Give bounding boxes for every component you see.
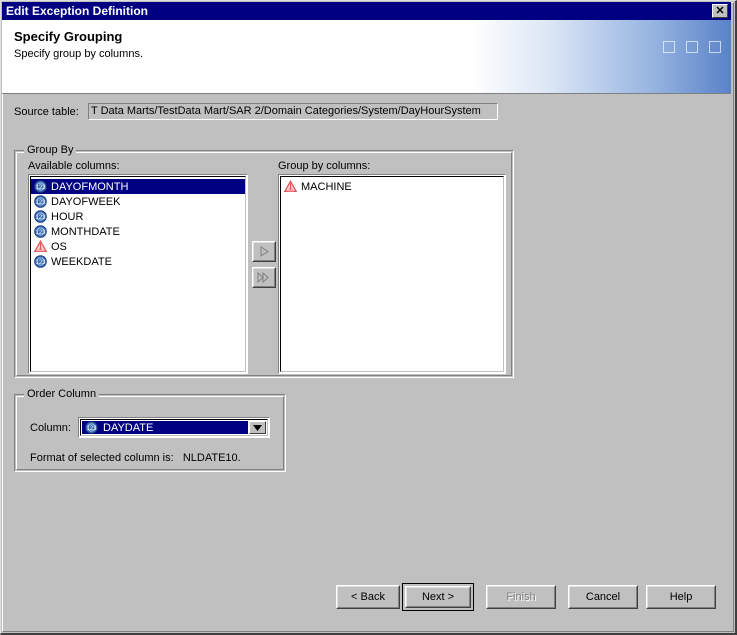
- group-by-columns-label: Group by columns:: [278, 160, 371, 172]
- list-item-label: DAYOFWEEK: [51, 195, 121, 208]
- svg-text:123: 123: [35, 230, 46, 236]
- list-item-label: WEEKDATE: [51, 255, 112, 268]
- svg-text:123: 123: [35, 260, 46, 266]
- finish-button: Finish: [486, 585, 556, 609]
- svg-text:123: 123: [35, 200, 46, 206]
- source-table-label: Source table:: [14, 106, 79, 118]
- list-item-label: DAYOFMONTH: [51, 180, 129, 193]
- list-item[interactable]: 123 WEEKDATE: [31, 254, 245, 269]
- close-button[interactable]: ✕: [712, 4, 728, 18]
- close-icon: ✕: [715, 5, 725, 17]
- banner-decoration-squares: [663, 41, 721, 53]
- chevron-down-icon: [253, 424, 262, 431]
- banner-square-icon: [663, 41, 675, 53]
- cancel-button[interactable]: Cancel: [568, 585, 638, 609]
- svg-text:123: 123: [35, 215, 46, 221]
- group-by-columns-list[interactable]: MACHINE: [280, 176, 504, 372]
- source-table-field[interactable]: T Data Marts/TestData Mart/SAR 2/Domain …: [88, 103, 498, 120]
- page-title: Specify Grouping: [14, 29, 123, 44]
- next-button-face: Next >: [405, 586, 471, 608]
- finish-button-label: Finish: [487, 586, 555, 608]
- list-item[interactable]: 123 HOUR: [31, 209, 245, 224]
- cancel-button-label: Cancel: [569, 586, 637, 608]
- list-item-label: MACHINE: [301, 180, 352, 193]
- banner-gradient: [471, 20, 731, 93]
- back-button[interactable]: < Back: [336, 585, 400, 609]
- attribute-column-icon: [34, 240, 47, 253]
- numeric-column-icon: 123: [34, 210, 47, 223]
- list-item-label: MONTHDATE: [51, 225, 120, 238]
- back-button-label: < Back: [337, 586, 399, 608]
- list-item-label: OS: [51, 240, 67, 253]
- help-button[interactable]: Help: [646, 585, 716, 609]
- order-column-legend: Order Column: [24, 388, 100, 400]
- move-selected-button[interactable]: [252, 241, 276, 262]
- move-all-button[interactable]: [252, 267, 276, 288]
- format-of-selected-column-text: Format of selected column is: NLDATE10.: [30, 452, 241, 464]
- group-by-legend: Group By: [24, 144, 77, 156]
- numeric-column-icon: 123: [34, 195, 47, 208]
- wizard-header-banner: Specify Grouping Specify group by column…: [2, 20, 731, 94]
- group-by-columns-listbox[interactable]: MACHINE: [278, 174, 506, 374]
- order-column-combobox[interactable]: 123 DAYDATE: [78, 417, 270, 438]
- available-columns-label: Available columns:: [28, 160, 120, 172]
- list-item-label: HOUR: [51, 210, 84, 223]
- double-arrow-right-icon: [257, 272, 269, 283]
- svg-text:123: 123: [35, 185, 46, 191]
- next-button[interactable]: Next >: [402, 583, 474, 611]
- available-columns-listbox[interactable]: 123 DAYOFMONTH 123 DAYOFWEEK 123 HOUR 123 MONTH…: [28, 174, 248, 374]
- order-column-label: Column:: [30, 422, 71, 434]
- window-title: Edit Exception Definition: [6, 4, 149, 18]
- help-button-label: Help: [647, 586, 715, 608]
- banner-square-icon: [686, 41, 698, 53]
- list-item[interactable]: 123 DAYOFWEEK: [31, 194, 245, 209]
- order-column-selected-value[interactable]: 123 DAYDATE: [82, 421, 248, 434]
- arrow-right-icon: [260, 246, 269, 257]
- list-item[interactable]: 123 DAYOFMONTH: [31, 179, 245, 194]
- order-column-value-text: DAYDATE: [103, 421, 154, 434]
- move-selected-button-face: [253, 242, 275, 261]
- next-button-label: Next >: [406, 587, 470, 607]
- page-subtitle: Specify group by columns.: [14, 48, 144, 60]
- banner-square-icon: [709, 41, 721, 53]
- svg-text:123: 123: [86, 426, 97, 432]
- list-item[interactable]: 123 MONTHDATE: [31, 224, 245, 239]
- move-all-button-face: [253, 268, 275, 287]
- numeric-column-icon: 123: [34, 180, 47, 193]
- numeric-column-icon: 123: [34, 255, 47, 268]
- title-bar: Edit Exception Definition ✕: [2, 2, 731, 20]
- list-item[interactable]: OS: [31, 239, 245, 254]
- attribute-column-icon: [284, 180, 297, 193]
- order-column-dropdown-button[interactable]: [249, 421, 266, 434]
- order-column-combobox-inner: 123 DAYDATE: [80, 419, 268, 436]
- numeric-column-icon: 123: [85, 421, 98, 434]
- available-columns-list[interactable]: 123 DAYOFMONTH 123 DAYOFWEEK 123 HOUR 123 MONTH…: [30, 176, 246, 372]
- list-item[interactable]: MACHINE: [281, 179, 503, 194]
- dialog-window: Edit Exception Definition ✕ Specify Grou…: [0, 0, 737, 635]
- numeric-column-icon: 123: [34, 225, 47, 238]
